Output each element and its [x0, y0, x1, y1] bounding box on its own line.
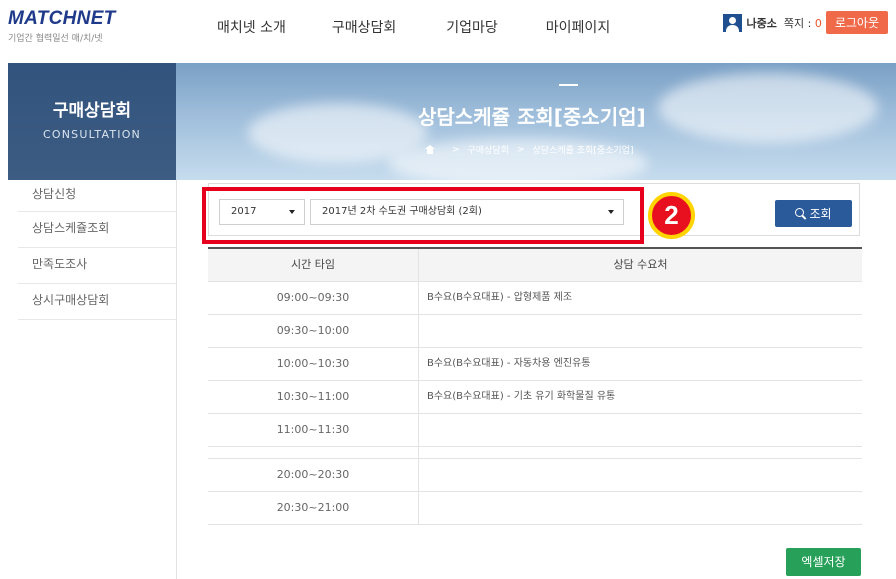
home-icon[interactable] [425, 145, 436, 154]
table-row: 20:30~21:00 [208, 492, 862, 525]
sidebar-item-apply[interactable]: 상담신청 [18, 180, 176, 212]
buyer-cell: B수요(B수요대표) - 기초 유기 화학물질 유통 [427, 391, 616, 402]
nav-mypage[interactable]: 마이페이지 [546, 17, 610, 37]
table-row: 09:00~09:30 B수요(B수요대표) - 압형제품 제조 [208, 282, 862, 315]
section-header: 구매상담회 CONSULTATION [8, 63, 176, 180]
message-label: 쪽지 : [783, 16, 815, 30]
table-row: 10:30~11:00 B수요(B수요대표) - 기초 유기 화학물질 유통 [208, 381, 862, 414]
message-count: 0 [814, 16, 822, 30]
highlight-box [202, 187, 644, 244]
breadcrumb: > 구매상담회 > 상담스케쥴 조회[중소기업] [425, 143, 633, 156]
step-badge: 2 [648, 192, 695, 239]
table-header: 시간 타임 상담 수요처 [208, 249, 862, 282]
page-banner: 구매상담회 CONSULTATION 상담스케쥴 조회[중소기업] > 구매상담… [8, 63, 896, 180]
sidebar: 상담신청 상담스케쥴조회 만족도조사 상시구매상담회 [18, 180, 177, 579]
breadcrumb-item[interactable]: 구매상담회 [468, 143, 509, 156]
column-header-time: 시간 타임 [208, 249, 419, 281]
nav-business[interactable]: 기업마당 [446, 17, 498, 37]
breadcrumb-item-current: 상담스케쥴 조회[중소기업] [532, 146, 634, 156]
search-icon [795, 208, 806, 219]
time-cell: 10:30~11:00 [208, 381, 419, 413]
logo-tagline: 기업간 협력일선 매/치/넷 [8, 34, 103, 44]
table-row-gap [208, 447, 862, 459]
user-name: 나중소 [746, 16, 777, 30]
nav-consultation[interactable]: 구매상담회 [332, 17, 396, 37]
section-title: 구매상담회 [52, 101, 132, 121]
logout-button[interactable]: 로그아웃 [825, 11, 888, 34]
message-indicator[interactable]: 쪽지 : 0 [784, 15, 822, 31]
table-row: 11:00~11:30 [208, 414, 862, 447]
title-accent-line [559, 84, 578, 86]
page-title: 상담스케쥴 조회[중소기업] [418, 105, 646, 129]
top-navigation: 매치넷 소개 구매상담회 기업마당 마이페이지 [217, 17, 610, 37]
buyer-cell: B수요(B수요대표) - 압형제품 제조 [427, 292, 573, 303]
table-row: 10:00~10:30 B수요(B수요대표) - 자동차용 엔진유통 [208, 348, 862, 381]
time-cell: 09:30~10:00 [208, 315, 419, 347]
buyer-cell [419, 414, 862, 446]
buyer-cell [419, 459, 862, 491]
column-header-buyer: 상담 수요처 [613, 258, 668, 271]
excel-export-button[interactable]: 엑셀저장 [786, 548, 861, 576]
buyer-cell [419, 492, 862, 524]
time-cell: 20:30~21:00 [208, 492, 419, 524]
time-cell: 11:00~11:30 [208, 414, 419, 446]
section-subtitle: CONSULTATION [42, 128, 141, 141]
nav-about[interactable]: 매치넷 소개 [217, 17, 286, 37]
sidebar-item-schedule[interactable]: 상담스케쥴조회 [18, 212, 176, 248]
sidebar-item-regular-consultation[interactable]: 상시구매상담회 [18, 284, 176, 320]
sidebar-item-survey[interactable]: 만족도조사 [18, 248, 176, 284]
breadcrumb-separator-icon: > [516, 144, 525, 155]
breadcrumb-separator-icon: > [452, 144, 460, 155]
buyer-cell: B수요(B수요대표) - 자동차용 엔진유통 [427, 358, 591, 369]
time-cell: 20:00~20:30 [208, 459, 419, 491]
table-row: 20:00~20:30 [208, 459, 862, 492]
user-icon [722, 13, 742, 32]
table-row: 09:30~10:00 [208, 315, 862, 348]
search-button[interactable]: 조회 [775, 200, 852, 227]
buyer-cell [419, 315, 862, 347]
schedule-table: 시간 타임 상담 수요처 09:00~09:30 B수요(B수요대표) - 압형… [208, 247, 862, 525]
user-bar: 나중소 쪽지 : 0 로그아웃 [722, 11, 888, 34]
time-cell: 09:00~09:30 [208, 282, 419, 314]
logo-text: MATCHNET [8, 8, 116, 29]
logo[interactable]: MATCHNET 기업간 협력일선 매/치/넷 [8, 8, 116, 44]
search-button-label: 조회 [809, 207, 832, 221]
time-cell: 10:00~10:30 [208, 348, 419, 380]
